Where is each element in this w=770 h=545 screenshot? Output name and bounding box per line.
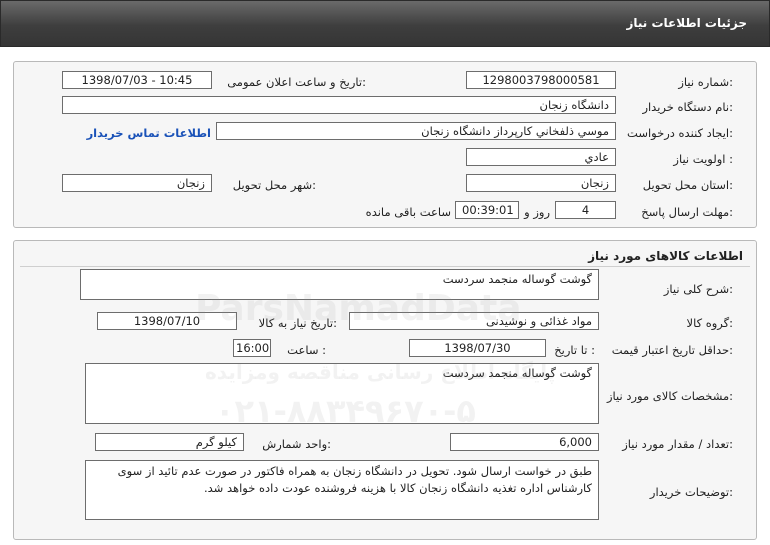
need-date-label: تاریخ نیاز به کالا: — [258, 316, 337, 330]
delivery-city-field[interactable]: زنجان — [62, 174, 212, 192]
unit-field[interactable]: کیلو گرم — [95, 433, 244, 451]
goods-group-label: گروه کالا: — [686, 316, 733, 330]
priority-label: اولویت نیاز : — [673, 152, 733, 166]
goods-specs-label: مشخصات کالای مورد نیاز: — [606, 389, 733, 403]
validity-time-label: ساعت : — [287, 343, 326, 357]
page-title: جزئیات اطلاعات نیاز — [626, 16, 747, 30]
buyer-org-label: نام دستگاه خریدار: — [642, 100, 733, 114]
validity-time-field[interactable]: 16:00 — [233, 339, 271, 357]
announce-datetime-field[interactable]: 1398/07/03 - 10:45 — [62, 71, 212, 89]
unit-label: واحد شمارش: — [262, 437, 331, 451]
days-and-label: روز و — [524, 205, 550, 219]
goods-section-title: اطلاعات کالاهای مورد نیاز — [588, 249, 743, 263]
delivery-city-label: شهر محل تحویل: — [232, 178, 316, 192]
need-date-field[interactable]: 1398/07/10 — [97, 312, 237, 330]
deadline-time-field[interactable]: 00:39:01 — [455, 201, 519, 219]
quantity-field[interactable]: 6,000 — [450, 433, 599, 451]
remaining-time-label: ساعت باقی مانده — [365, 205, 451, 219]
delivery-province-field[interactable]: زنجان — [466, 174, 616, 192]
goods-section-divider — [20, 266, 750, 267]
announce-datetime-label: تاریخ و ساعت اعلان عمومی: — [227, 75, 366, 89]
buyer-contact-link[interactable]: اطلاعات تماس خریدار — [87, 126, 211, 140]
until-date-label: تا تاریخ : — [554, 343, 595, 357]
need-summary-label: شرح کلی نیاز: — [663, 282, 733, 296]
deadline-days-field[interactable]: 4 — [555, 201, 616, 219]
request-creator-field[interactable]: موسي ذلفخاني کارپرداز دانشگاه زنجان — [216, 122, 616, 140]
goods-group-field[interactable]: مواد غذائی و نوشیدنی — [349, 312, 599, 330]
goods-specs-field[interactable]: گوشت گوساله منجمد سردست — [85, 363, 599, 424]
price-validity-label: حداقل تاریخ اعتبار قیمت: — [611, 343, 733, 357]
validity-date-field[interactable]: 1398/07/30 — [409, 339, 546, 357]
quantity-label: تعداد / مقدار مورد نیاز: — [622, 437, 733, 451]
delivery-province-label: استان محل تحویل: — [642, 178, 733, 192]
response-deadline-label: مهلت ارسال پاسخ: — [641, 205, 733, 219]
title-bar: جزئیات اطلاعات نیاز — [0, 0, 770, 47]
need-number-label: شماره نیاز: — [678, 75, 733, 89]
priority-field[interactable]: عادي — [466, 148, 616, 166]
buyer-org-field[interactable]: دانشگاه زنجان — [62, 96, 616, 114]
need-summary-field[interactable]: گوشت گوساله منجمد سردست — [80, 269, 599, 300]
buyer-notes-label: توضیحات خریدار: — [649, 485, 733, 499]
need-number-field[interactable]: 1298003798000581 — [466, 71, 616, 89]
request-creator-label: ایجاد کننده درخواست: — [627, 126, 733, 140]
buyer-notes-field[interactable]: طبق در خواست ارسال شود. تحویل در دانشگاه… — [85, 460, 599, 520]
